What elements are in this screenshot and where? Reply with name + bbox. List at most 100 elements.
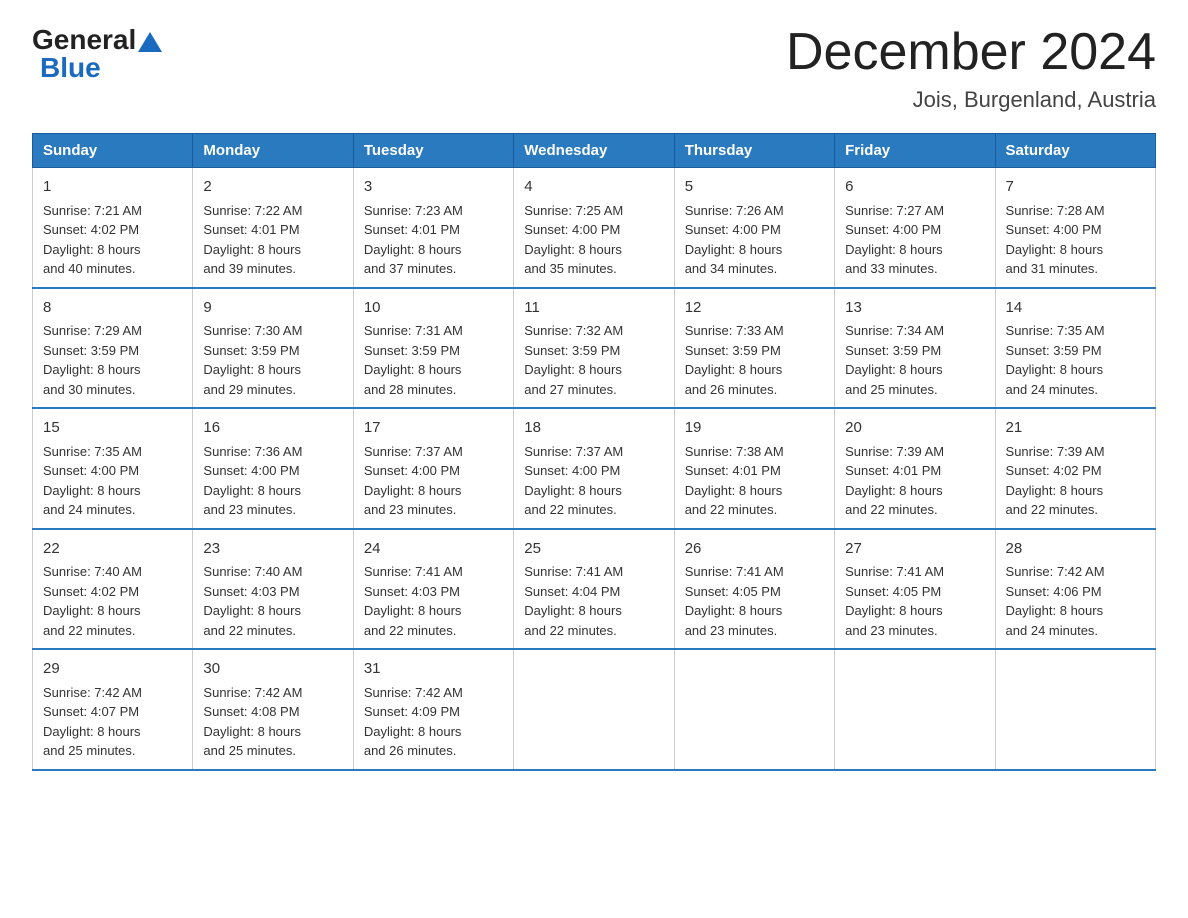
day-cell: 17 Sunrise: 7:37 AMSunset: 4:00 PMDaylig…: [353, 408, 513, 529]
day-number: 13: [845, 297, 984, 320]
day-cell: 4 Sunrise: 7:25 AMSunset: 4:00 PMDayligh…: [514, 168, 674, 288]
day-info: Sunrise: 7:37 AMSunset: 4:00 PMDaylight:…: [364, 444, 463, 518]
day-cell: [674, 649, 834, 770]
day-cell: 20 Sunrise: 7:39 AMSunset: 4:01 PMDaylig…: [835, 408, 995, 529]
week-row-1: 1 Sunrise: 7:21 AMSunset: 4:02 PMDayligh…: [33, 168, 1156, 288]
day-info: Sunrise: 7:32 AMSunset: 3:59 PMDaylight:…: [524, 323, 623, 397]
day-info: Sunrise: 7:41 AMSunset: 4:05 PMDaylight:…: [845, 564, 944, 638]
day-number: 24: [364, 538, 503, 561]
day-cell: 7 Sunrise: 7:28 AMSunset: 4:00 PMDayligh…: [995, 168, 1155, 288]
day-cell: 15 Sunrise: 7:35 AMSunset: 4:00 PMDaylig…: [33, 408, 193, 529]
day-cell: 27 Sunrise: 7:41 AMSunset: 4:05 PMDaylig…: [835, 529, 995, 650]
day-info: Sunrise: 7:36 AMSunset: 4:00 PMDaylight:…: [203, 444, 302, 518]
day-cell: 26 Sunrise: 7:41 AMSunset: 4:05 PMDaylig…: [674, 529, 834, 650]
week-row-2: 8 Sunrise: 7:29 AMSunset: 3:59 PMDayligh…: [33, 288, 1156, 409]
day-number: 5: [685, 176, 824, 199]
day-cell: 2 Sunrise: 7:22 AMSunset: 4:01 PMDayligh…: [193, 168, 353, 288]
day-cell: 3 Sunrise: 7:23 AMSunset: 4:01 PMDayligh…: [353, 168, 513, 288]
col-header-tuesday: Tuesday: [353, 134, 513, 168]
day-info: Sunrise: 7:31 AMSunset: 3:59 PMDaylight:…: [364, 323, 463, 397]
day-info: Sunrise: 7:33 AMSunset: 3:59 PMDaylight:…: [685, 323, 784, 397]
day-info: Sunrise: 7:28 AMSunset: 4:00 PMDaylight:…: [1006, 203, 1105, 277]
logo: General Blue: [32, 24, 164, 84]
day-info: Sunrise: 7:30 AMSunset: 3:59 PMDaylight:…: [203, 323, 302, 397]
title-area: December 2024 Jois, Burgenland, Austria: [786, 24, 1156, 113]
day-info: Sunrise: 7:21 AMSunset: 4:02 PMDaylight:…: [43, 203, 142, 277]
day-info: Sunrise: 7:37 AMSunset: 4:00 PMDaylight:…: [524, 444, 623, 518]
day-number: 2: [203, 176, 342, 199]
day-cell: 29 Sunrise: 7:42 AMSunset: 4:07 PMDaylig…: [33, 649, 193, 770]
day-info: Sunrise: 7:23 AMSunset: 4:01 PMDaylight:…: [364, 203, 463, 277]
calendar-table: SundayMondayTuesdayWednesdayThursdayFrid…: [32, 133, 1156, 771]
day-number: 19: [685, 417, 824, 440]
day-cell: [995, 649, 1155, 770]
day-cell: 11 Sunrise: 7:32 AMSunset: 3:59 PMDaylig…: [514, 288, 674, 409]
day-info: Sunrise: 7:38 AMSunset: 4:01 PMDaylight:…: [685, 444, 784, 518]
day-number: 26: [685, 538, 824, 561]
col-header-sunday: Sunday: [33, 134, 193, 168]
day-cell: 23 Sunrise: 7:40 AMSunset: 4:03 PMDaylig…: [193, 529, 353, 650]
day-info: Sunrise: 7:41 AMSunset: 4:04 PMDaylight:…: [524, 564, 623, 638]
day-info: Sunrise: 7:39 AMSunset: 4:01 PMDaylight:…: [845, 444, 944, 518]
day-number: 8: [43, 297, 182, 320]
location-title: Jois, Burgenland, Austria: [786, 87, 1156, 113]
day-number: 15: [43, 417, 182, 440]
logo-triangle-icon: [138, 32, 162, 52]
day-cell: 12 Sunrise: 7:33 AMSunset: 3:59 PMDaylig…: [674, 288, 834, 409]
day-number: 4: [524, 176, 663, 199]
day-cell: 14 Sunrise: 7:35 AMSunset: 3:59 PMDaylig…: [995, 288, 1155, 409]
week-row-3: 15 Sunrise: 7:35 AMSunset: 4:00 PMDaylig…: [33, 408, 1156, 529]
day-number: 31: [364, 658, 503, 681]
day-cell: 5 Sunrise: 7:26 AMSunset: 4:00 PMDayligh…: [674, 168, 834, 288]
week-row-4: 22 Sunrise: 7:40 AMSunset: 4:02 PMDaylig…: [33, 529, 1156, 650]
day-number: 18: [524, 417, 663, 440]
day-number: 20: [845, 417, 984, 440]
day-info: Sunrise: 7:40 AMSunset: 4:02 PMDaylight:…: [43, 564, 142, 638]
day-info: Sunrise: 7:34 AMSunset: 3:59 PMDaylight:…: [845, 323, 944, 397]
day-cell: 30 Sunrise: 7:42 AMSunset: 4:08 PMDaylig…: [193, 649, 353, 770]
day-cell: 21 Sunrise: 7:39 AMSunset: 4:02 PMDaylig…: [995, 408, 1155, 529]
day-number: 6: [845, 176, 984, 199]
day-number: 17: [364, 417, 503, 440]
day-info: Sunrise: 7:42 AMSunset: 4:09 PMDaylight:…: [364, 685, 463, 759]
day-cell: 8 Sunrise: 7:29 AMSunset: 3:59 PMDayligh…: [33, 288, 193, 409]
col-header-monday: Monday: [193, 134, 353, 168]
day-info: Sunrise: 7:41 AMSunset: 4:05 PMDaylight:…: [685, 564, 784, 638]
week-row-5: 29 Sunrise: 7:42 AMSunset: 4:07 PMDaylig…: [33, 649, 1156, 770]
day-info: Sunrise: 7:39 AMSunset: 4:02 PMDaylight:…: [1006, 444, 1105, 518]
day-info: Sunrise: 7:42 AMSunset: 4:06 PMDaylight:…: [1006, 564, 1105, 638]
day-cell: 24 Sunrise: 7:41 AMSunset: 4:03 PMDaylig…: [353, 529, 513, 650]
month-title: December 2024: [786, 24, 1156, 81]
day-number: 3: [364, 176, 503, 199]
day-info: Sunrise: 7:42 AMSunset: 4:08 PMDaylight:…: [203, 685, 302, 759]
day-number: 28: [1006, 538, 1145, 561]
day-number: 9: [203, 297, 342, 320]
logo-row2: Blue: [32, 52, 164, 84]
day-number: 27: [845, 538, 984, 561]
day-cell: 25 Sunrise: 7:41 AMSunset: 4:04 PMDaylig…: [514, 529, 674, 650]
day-number: 25: [524, 538, 663, 561]
day-info: Sunrise: 7:42 AMSunset: 4:07 PMDaylight:…: [43, 685, 142, 759]
day-info: Sunrise: 7:25 AMSunset: 4:00 PMDaylight:…: [524, 203, 623, 277]
day-cell: 10 Sunrise: 7:31 AMSunset: 3:59 PMDaylig…: [353, 288, 513, 409]
day-cell: 18 Sunrise: 7:37 AMSunset: 4:00 PMDaylig…: [514, 408, 674, 529]
day-number: 14: [1006, 297, 1145, 320]
day-number: 16: [203, 417, 342, 440]
day-info: Sunrise: 7:40 AMSunset: 4:03 PMDaylight:…: [203, 564, 302, 638]
day-cell: 9 Sunrise: 7:30 AMSunset: 3:59 PMDayligh…: [193, 288, 353, 409]
logo-blue: Blue: [40, 52, 101, 84]
day-cell: 28 Sunrise: 7:42 AMSunset: 4:06 PMDaylig…: [995, 529, 1155, 650]
day-info: Sunrise: 7:26 AMSunset: 4:00 PMDaylight:…: [685, 203, 784, 277]
day-info: Sunrise: 7:41 AMSunset: 4:03 PMDaylight:…: [364, 564, 463, 638]
day-number: 12: [685, 297, 824, 320]
day-cell: 22 Sunrise: 7:40 AMSunset: 4:02 PMDaylig…: [33, 529, 193, 650]
day-info: Sunrise: 7:27 AMSunset: 4:00 PMDaylight:…: [845, 203, 944, 277]
day-cell: 6 Sunrise: 7:27 AMSunset: 4:00 PMDayligh…: [835, 168, 995, 288]
col-header-friday: Friday: [835, 134, 995, 168]
day-number: 22: [43, 538, 182, 561]
day-number: 23: [203, 538, 342, 561]
col-header-thursday: Thursday: [674, 134, 834, 168]
col-header-saturday: Saturday: [995, 134, 1155, 168]
day-info: Sunrise: 7:22 AMSunset: 4:01 PMDaylight:…: [203, 203, 302, 277]
day-cell: 31 Sunrise: 7:42 AMSunset: 4:09 PMDaylig…: [353, 649, 513, 770]
